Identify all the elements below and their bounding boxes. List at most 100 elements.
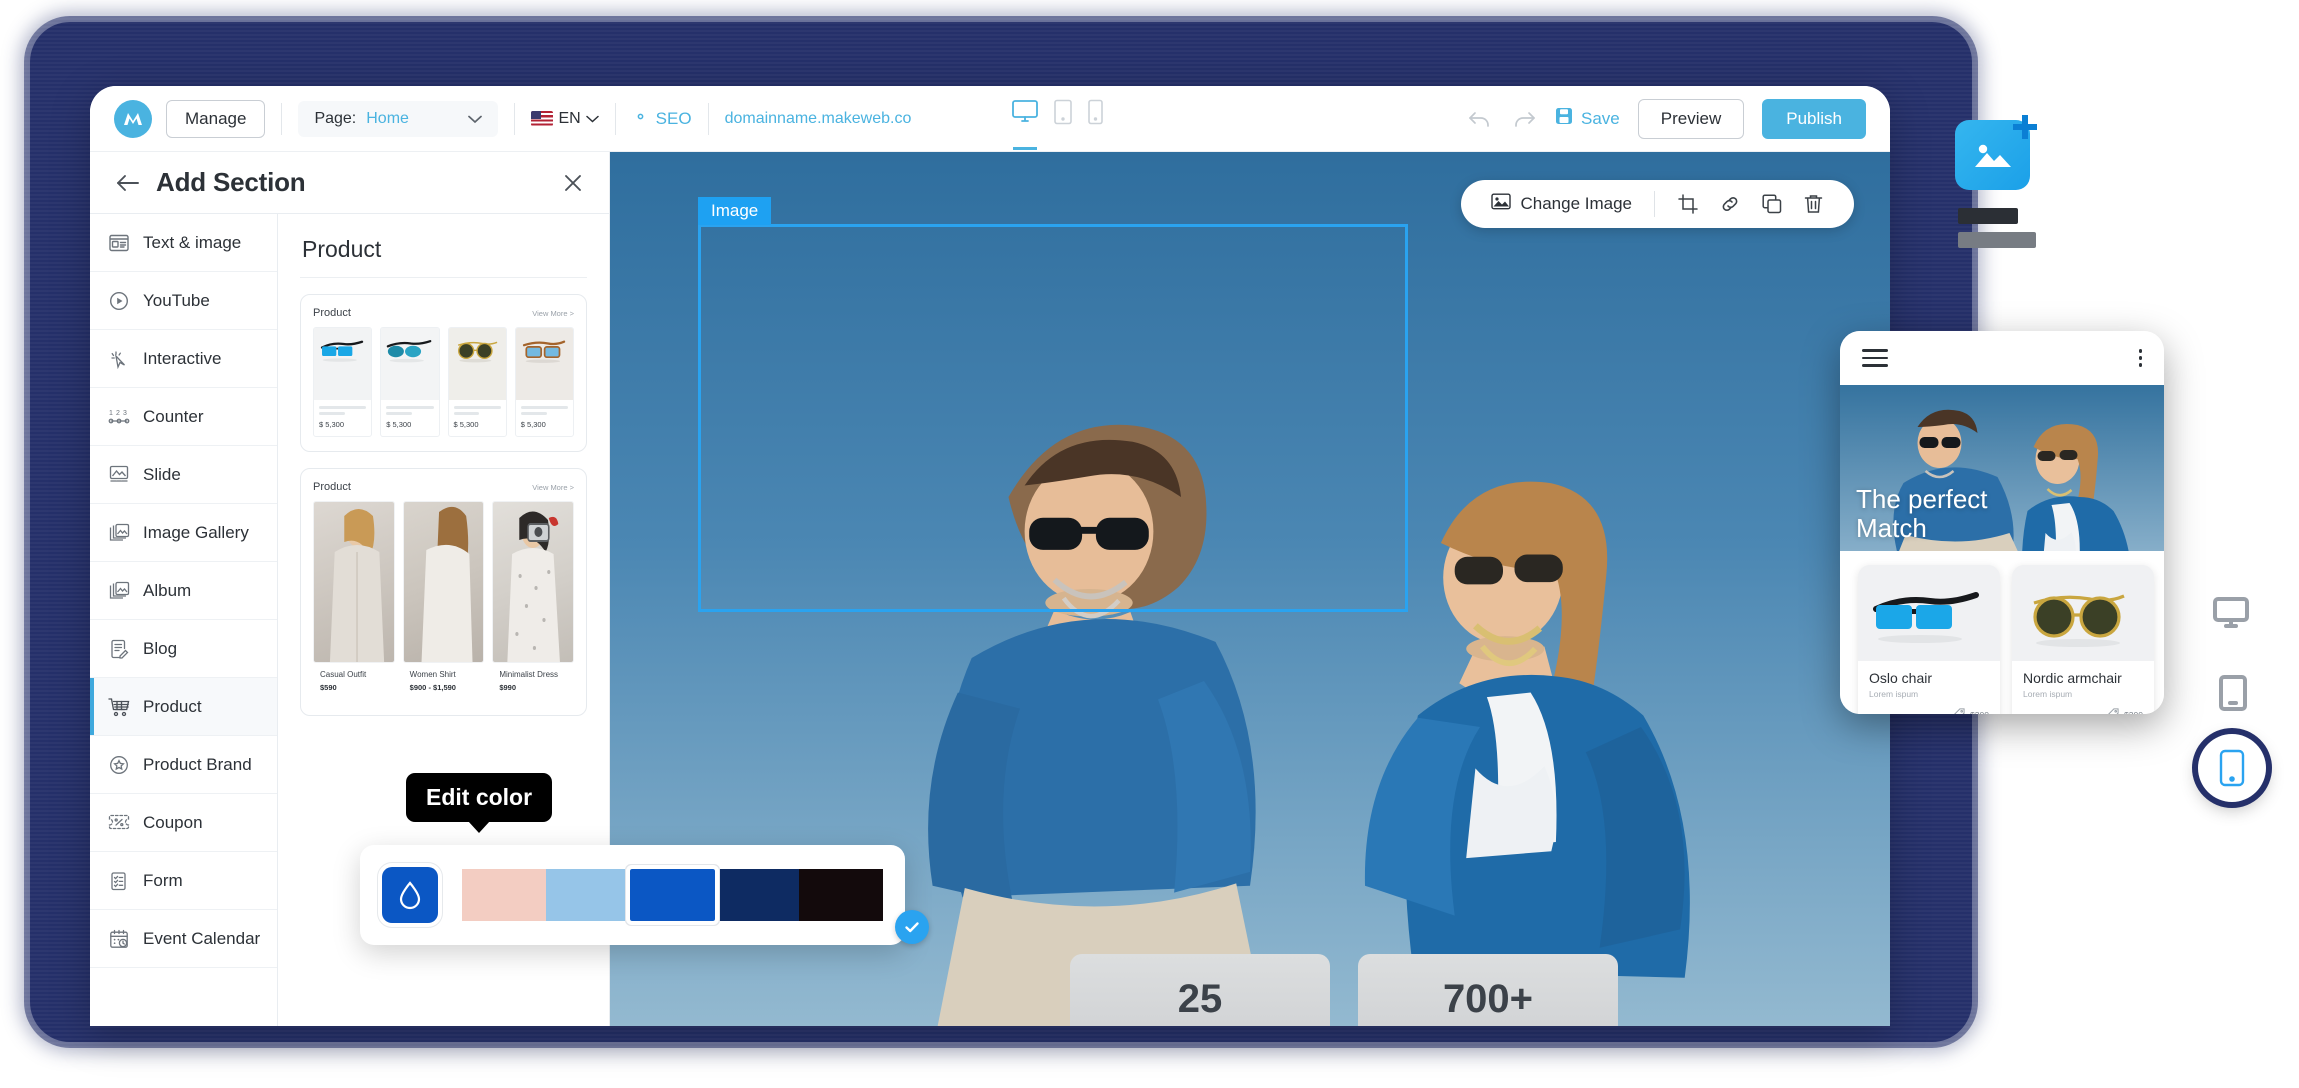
sidebar-item-blog[interactable]: Blog: [90, 620, 277, 678]
preview-button[interactable]: Preview: [1637, 98, 1745, 139]
list-item[interactable]: Nordic armchair Lorem ispum $300: [2012, 565, 2154, 714]
sidebar-item-label: Event Calendar: [143, 928, 261, 948]
trash-icon[interactable]: [1793, 194, 1834, 214]
makeweb-logo-icon[interactable]: [114, 99, 152, 138]
color-swatch[interactable]: [714, 869, 799, 921]
desktop-icon: [2212, 596, 2250, 635]
sidebar-item-label: Product Brand: [143, 754, 252, 774]
save-button[interactable]: Save: [1555, 107, 1620, 130]
manage-button[interactable]: Manage: [166, 99, 266, 138]
color-swatch[interactable]: [546, 869, 631, 921]
sidebar-item-counter[interactable]: 1 2 3 Counter: [90, 388, 277, 446]
sidebar-item-image-gallery[interactable]: Image Gallery: [90, 504, 277, 562]
view-more-link[interactable]: View More >: [532, 483, 574, 492]
counter-value: 700+: [1442, 977, 1534, 1021]
sidebar-item-product-brand[interactable]: Product Brand: [90, 736, 277, 794]
sidebar-item-label: Coupon: [143, 812, 203, 832]
sidebar-item-form[interactable]: Form: [90, 852, 277, 910]
sidebar-item-interactive[interactable]: Interactive: [90, 330, 277, 388]
star-badge-icon: [108, 754, 130, 776]
view-more-link[interactable]: View More >: [532, 309, 574, 318]
tablet-icon: [2218, 674, 2248, 717]
product-thumb: $ 5,300: [447, 327, 507, 437]
cursor-click-icon: [108, 348, 130, 370]
topbar-actions: Save Preview Publish: [1467, 98, 1866, 139]
mobile-icon[interactable]: [2198, 734, 2266, 802]
product-thumb: [313, 501, 395, 663]
more-vertical-icon[interactable]: [2138, 349, 2142, 367]
sidebar-item-label: Image Gallery: [143, 522, 249, 542]
device-toggle-desktop[interactable]: [1011, 99, 1039, 150]
seo-button[interactable]: SEO: [632, 108, 692, 130]
sidebar-item-product[interactable]: Product: [90, 678, 277, 736]
product-price: $590: [320, 683, 337, 692]
product-price: $900 - $1,590: [409, 683, 456, 692]
calendar-clock-icon: [108, 928, 130, 950]
selection-label: Image: [698, 197, 772, 225]
sidebar-item-label: YouTube: [143, 290, 210, 310]
domain-link[interactable]: domainname.makeweb.co: [725, 110, 912, 128]
check-circle-icon[interactable]: [895, 910, 929, 944]
mobile-hero-title: The perfect Match: [1856, 483, 1988, 543]
counter-section: 25 700+: [1070, 954, 1618, 1026]
image-icon: [1491, 193, 1512, 215]
section-type-list: Text & image YouTube Interactive 1 2 3 C…: [90, 214, 278, 1026]
crop-icon[interactable]: [1667, 194, 1709, 214]
color-swatch[interactable]: [462, 869, 547, 921]
slideshow-icon: [108, 464, 130, 486]
droplet-icon[interactable]: [382, 867, 438, 923]
divider: [614, 102, 616, 135]
color-swatch[interactable]: [798, 869, 884, 921]
mobile-hero: The perfect Match: [1840, 385, 2164, 551]
sidebar-item-event-calendar[interactable]: Event Calendar: [90, 910, 277, 968]
page-title: Add Section: [156, 167, 306, 197]
device-toggle-mobile[interactable]: [1087, 99, 1104, 138]
sidebar-item-label: Slide: [143, 464, 181, 484]
save-label: Save: [1581, 108, 1620, 128]
hamburger-menu-icon[interactable]: [1862, 349, 1888, 367]
language-selector[interactable]: EN: [531, 110, 599, 128]
play-circle-icon: [108, 290, 130, 312]
product-subtitle: Lorem ispum: [1869, 689, 1919, 699]
arrow-left-icon[interactable]: [116, 174, 140, 192]
svg-text:3: 3: [123, 410, 127, 417]
sidebar-item-album[interactable]: Album: [90, 562, 277, 620]
product-price: $990: [499, 683, 517, 692]
list-item[interactable]: Oslo chair Lorem ispum $300: [1858, 565, 2000, 714]
sidebar-item-label: Text & image: [143, 232, 242, 252]
mobile-product-carousel[interactable]: Oslo chair Lorem ispum $300: [1840, 551, 2164, 714]
image-selection-box[interactable]: Image: [698, 197, 1408, 612]
counter-card: 25: [1070, 954, 1330, 1026]
form-checklist-icon: [108, 870, 130, 892]
sidebar-item-text-image[interactable]: Text & image: [90, 214, 277, 272]
device-toggle-tablet[interactable]: [1053, 99, 1073, 138]
close-icon[interactable]: [563, 173, 583, 193]
redo-icon[interactable]: [1511, 109, 1537, 129]
product-info: Women Shirt $900 - $1,590: [402, 663, 485, 701]
template-title: Product: [313, 307, 351, 319]
product-thumb: $ 5,300: [313, 327, 373, 437]
product-info: Casual Outfit $590: [313, 663, 395, 701]
color-swatch-selected[interactable]: [626, 865, 719, 925]
section-template-card[interactable]: Product View More >: [300, 468, 587, 716]
undo-icon[interactable]: [1467, 109, 1493, 129]
sidebar-item-slide[interactable]: Slide: [90, 446, 277, 504]
device-toggle-group: [1011, 99, 1104, 150]
product-thumb: [402, 501, 485, 663]
sidebar-item-coupon[interactable]: Coupon: [90, 794, 277, 852]
mobile-appbar: [1840, 331, 2164, 385]
link-icon[interactable]: [1709, 194, 1751, 214]
sidebar-item-youtube[interactable]: YouTube: [90, 272, 277, 330]
template-title: Product: [313, 481, 351, 493]
copy-icon[interactable]: [1751, 194, 1793, 214]
plus-icon: [2010, 112, 2040, 142]
publish-button[interactable]: Publish: [1762, 98, 1866, 139]
section-template-card[interactable]: Product View More >: [300, 294, 587, 452]
change-image-button[interactable]: Change Image: [1481, 193, 1642, 215]
page-selector[interactable]: Page: Home: [298, 100, 499, 137]
preview-title: Product: [300, 230, 587, 278]
product-price-row: $300: [2023, 708, 2143, 714]
edit-color-popup: Edit color: [360, 773, 905, 945]
product-name: Oslo chair: [1869, 670, 1933, 686]
mobile-preview[interactable]: The perfect Match Oslo chair Lorem ispum: [1840, 331, 2164, 714]
